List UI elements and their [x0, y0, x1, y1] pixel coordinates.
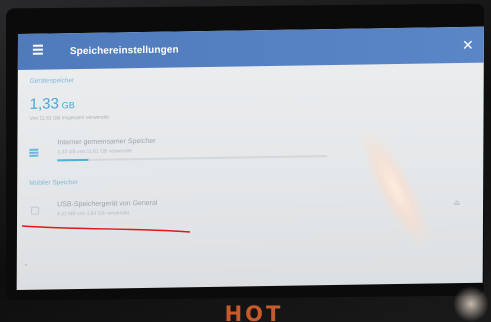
menu-icon[interactable]	[28, 33, 56, 69]
app-bar: Speichereinstellungen ✕	[17, 26, 484, 71]
light-glare	[346, 118, 444, 259]
internal-storage-subtitle: 1,33 GB von 11,61 GB verwendet	[57, 148, 132, 156]
screen-dot	[24, 263, 27, 266]
eject-icon[interactable]: ⏏	[453, 198, 461, 207]
page-title: Speichereinstellungen	[69, 43, 179, 57]
section-header-portable-storage: Mobiler Speicher	[29, 179, 79, 187]
internal-storage-progress	[57, 155, 328, 162]
device-screen: Speichereinstellungen ✕ Gerätespeicher 1…	[16, 26, 484, 291]
close-icon[interactable]: ✕	[460, 37, 476, 53]
storage-used-value: 1,33 GB	[29, 95, 75, 113]
brand-logo: HOT	[224, 303, 284, 322]
usb-storage-subtitle: 4,02 MB von 3,84 GB verwendet	[57, 210, 130, 218]
storage-used-number: 1,33	[29, 95, 59, 113]
storage-icon	[29, 148, 41, 158]
usb-storage-title: USB-Speichergerät von General	[57, 199, 158, 209]
storage-total-subtitle: Von 11,61 GB insgesamt verwendet	[29, 114, 109, 122]
section-header-device-storage: Gerätespeicher	[29, 77, 75, 85]
usb-icon	[31, 206, 40, 215]
internal-storage-title: Interner gemeinsamer Speicher	[57, 137, 156, 147]
internal-storage-progress-fill	[57, 158, 89, 162]
storage-used-unit: GB	[61, 100, 75, 111]
